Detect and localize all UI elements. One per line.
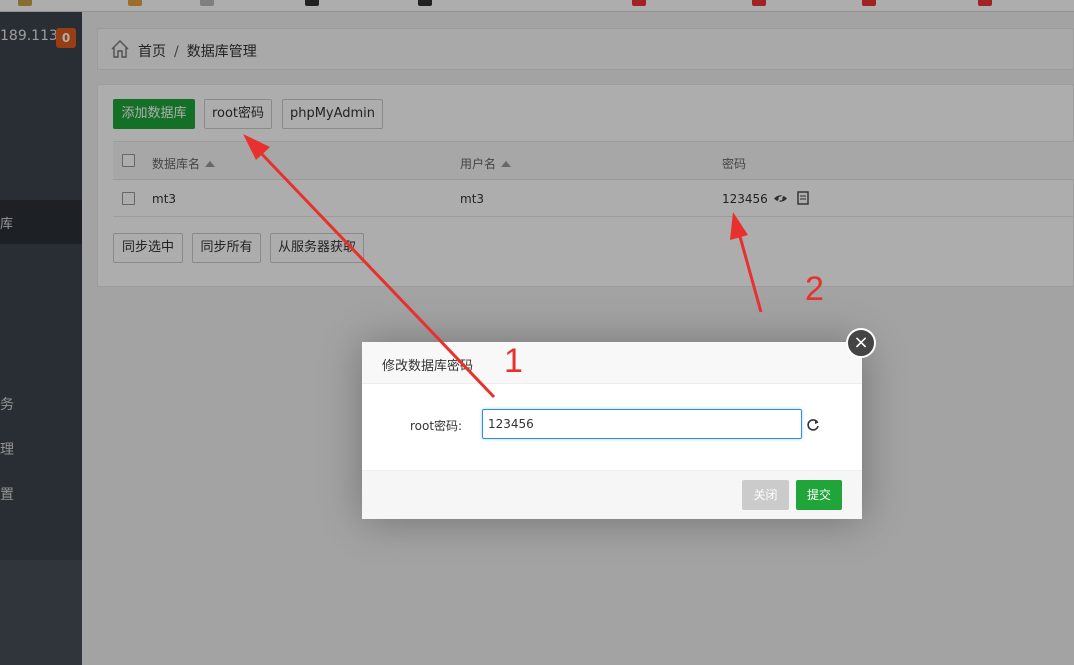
modal-overlay[interactable] bbox=[0, 0, 1074, 665]
dialog-title: 修改数据库密码 bbox=[382, 359, 474, 374]
close-icon[interactable]: × bbox=[846, 328, 876, 358]
dialog-footer: 关闭 提交 bbox=[362, 470, 862, 519]
annotation-number-2: 2 bbox=[805, 270, 824, 308]
submit-button[interactable]: 提交 bbox=[796, 480, 842, 510]
change-password-dialog: 修改数据库密码 × root密码: 关闭 提交 bbox=[362, 328, 876, 519]
dialog-header: 修改数据库密码 bbox=[362, 342, 862, 384]
root-password-input[interactable] bbox=[482, 409, 802, 439]
root-password-label: root密码: bbox=[410, 419, 463, 433]
refresh-icon[interactable] bbox=[806, 418, 820, 432]
annotation-number-1: 1 bbox=[504, 342, 523, 380]
close-button[interactable]: 关闭 bbox=[742, 480, 789, 510]
